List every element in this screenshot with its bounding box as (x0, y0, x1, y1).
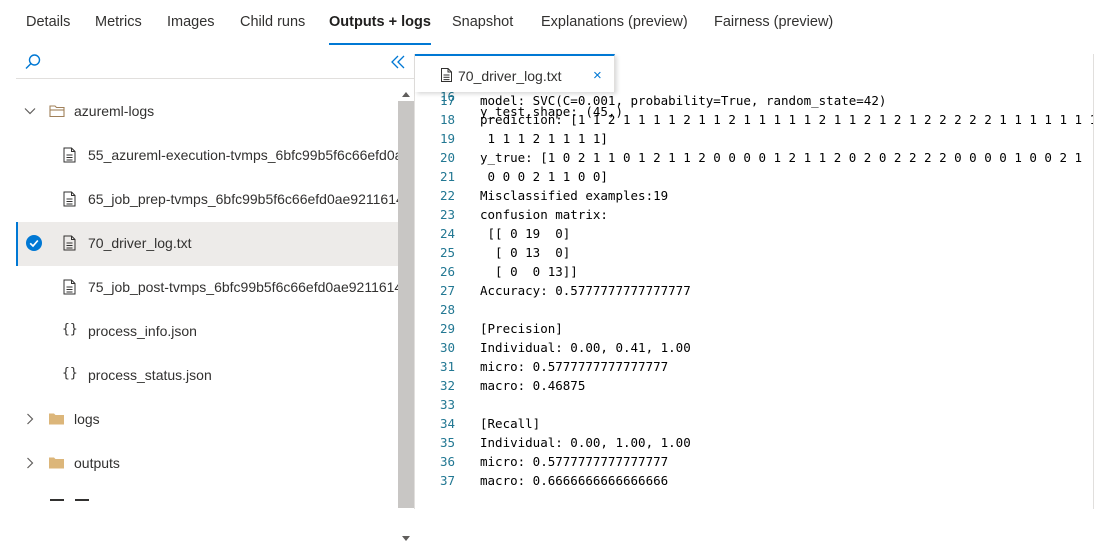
tree-folder-outputs[interactable]: outputs (16, 442, 398, 486)
line-number: 28 (439, 302, 455, 317)
run-tabs: Details Metrics Images Child runs Output… (0, 0, 1111, 45)
line-number: 27 (439, 283, 455, 298)
tab-explanations[interactable]: Explanations (preview) (541, 14, 688, 44)
scroll-up-arrow[interactable] (402, 92, 410, 97)
partial-row-icon (50, 499, 64, 501)
tree-file-75-job-post[interactable]: 75_job_post-tvmps_6bfc99b5f6c66efd0ae921… (16, 266, 398, 310)
line-text: 1 1 1 2 1 1 1 1] (480, 131, 608, 146)
tree-item-label: outputs (74, 455, 120, 471)
chevron-right-icon[interactable] (24, 413, 36, 425)
folder-icon (49, 413, 64, 425)
line-number: 31 (439, 359, 455, 374)
document-icon (63, 279, 76, 295)
line-number: 18 (439, 112, 455, 127)
tab-metrics[interactable]: Metrics (95, 14, 142, 44)
tab-images[interactable]: Images (167, 14, 215, 44)
editor-scroll-divider (1093, 54, 1094, 509)
line-number: 30 (439, 340, 455, 355)
line-number: 25 (439, 245, 455, 260)
line-text: Individual: 0.00, 1.00, 1.00 (480, 435, 691, 450)
line-text: macro: 0.46875 (480, 378, 586, 393)
line-text: [[ 0 19 0] (480, 226, 571, 241)
file-tree-panel: azureml-logs 55_azureml-execution-tvmps_… (0, 44, 414, 541)
tree-scrollbar[interactable] (398, 88, 414, 546)
folder-icon (49, 457, 64, 469)
line-number: 37 (439, 473, 455, 488)
line-text: model: SVC(C=0.001, probability=True, ra… (480, 93, 887, 108)
document-icon (63, 191, 76, 207)
collapse-panel-icon[interactable] (389, 53, 407, 71)
tree-folder-azureml-logs[interactable]: azureml-logs (16, 90, 398, 134)
scroll-down-arrow[interactable] (402, 536, 410, 541)
search-icon[interactable] (24, 53, 42, 71)
tree-item-label: process_status.json (88, 367, 212, 383)
line-number: 29 (439, 321, 455, 336)
partial-row-label (75, 499, 89, 501)
tree-item-label: logs (74, 411, 100, 427)
line-number: 23 (439, 207, 455, 222)
line-number: 32 (439, 378, 455, 393)
line-text: Misclassified examples:19 (480, 188, 669, 203)
line-text: [Recall] (480, 416, 541, 431)
tree-item-label: azureml-logs (74, 103, 155, 119)
tab-snapshot[interactable]: Snapshot (452, 14, 513, 44)
tree-item-label: 65_job_prep-tvmps_6bfc99b5f6c66efd0ae921… (88, 191, 398, 207)
line-number: 24 (439, 226, 455, 241)
line-text: macro: 0.6666666666666666 (480, 473, 669, 488)
tree-folder-logs[interactable]: logs (16, 398, 398, 442)
check-circle-icon[interactable] (26, 235, 42, 251)
tree-item-label: 55_azureml-execution-tvmps_6bfc99b5f6c66… (88, 147, 398, 163)
line-text: micro: 0.5777777777777777 (480, 359, 669, 374)
document-icon (63, 235, 76, 251)
line-number: 26 (439, 264, 455, 279)
search-divider (16, 78, 414, 79)
tab-child-runs[interactable]: Child runs (240, 14, 305, 44)
open-file-tab[interactable]: 70_driver_log.txt × (415, 54, 615, 92)
line-text: micro: 0.5777777777777777 (480, 454, 669, 469)
tree-file-process-info[interactable]: {} process_info.json (16, 310, 398, 354)
tab-fairness[interactable]: Fairness (preview) (714, 14, 833, 44)
line-text: 0 0 0 2 1 1 0 0] (480, 169, 608, 184)
tree-file-55-azureml-execution[interactable]: 55_azureml-execution-tvmps_6bfc99b5f6c66… (16, 134, 398, 178)
chevron-down-icon[interactable] (24, 105, 36, 117)
tree-item-label: 75_job_post-tvmps_6bfc99b5f6c66efd0ae921… (88, 279, 398, 295)
close-icon[interactable]: × (593, 67, 602, 84)
file-viewer-panel: 70_driver_log.txt × 16 y_test.shape: (45… (414, 54, 1111, 509)
tab-outputs-logs[interactable]: Outputs + logs (329, 14, 431, 45)
line-number: 34 (439, 416, 455, 431)
tree-file-70-driver-log[interactable]: 70_driver_log.txt (16, 222, 398, 266)
line-text: Individual: 0.00, 0.41, 1.00 (480, 340, 691, 355)
line-text: Accuracy: 0.5777777777777777 (480, 283, 691, 298)
line-text: [Precision] (480, 321, 563, 336)
folder-open-icon (49, 105, 65, 118)
open-file-tab-label: 70_driver_log.txt (458, 68, 562, 84)
json-braces-icon: {} (62, 366, 78, 381)
line-number: 22 (439, 188, 455, 203)
line-number: 35 (439, 435, 455, 450)
line-number: 36 (439, 454, 455, 469)
line-text: [ 0 13 0] (480, 245, 571, 260)
line-number: 19 (439, 131, 455, 146)
code-editor[interactable]: 16 y_test.shape: (45,) 17 model: SVC(C=0.… (415, 88, 1093, 509)
tree-file-process-status[interactable]: {} process_status.json (16, 354, 398, 398)
line-text: confusion matrix: (480, 207, 608, 222)
tree-item-label: 70_driver_log.txt (88, 235, 192, 251)
line-number: 20 (439, 150, 455, 165)
line-number: 21 (439, 169, 455, 184)
tree-file-65-job-prep[interactable]: 65_job_prep-tvmps_6bfc99b5f6c66efd0ae921… (16, 178, 398, 222)
document-icon (63, 147, 76, 163)
line-text: prediction: [1 1 2 1 1 1 1 2 1 1 2 1 1 1… (480, 112, 1093, 127)
line-text: y_true: [1 0 2 1 1 0 1 2 1 1 2 0 0 0 0 1… (480, 150, 1083, 165)
tab-details[interactable]: Details (26, 14, 70, 44)
line-number: 17 (439, 93, 455, 108)
tree-item-label: process_info.json (88, 323, 197, 339)
line-number: 33 (439, 397, 455, 412)
chevron-right-icon[interactable] (24, 457, 36, 469)
json-braces-icon: {} (62, 322, 78, 337)
document-icon (441, 68, 452, 82)
line-text: [ 0 0 13]] (480, 264, 578, 279)
scroll-thumb[interactable] (398, 101, 414, 508)
